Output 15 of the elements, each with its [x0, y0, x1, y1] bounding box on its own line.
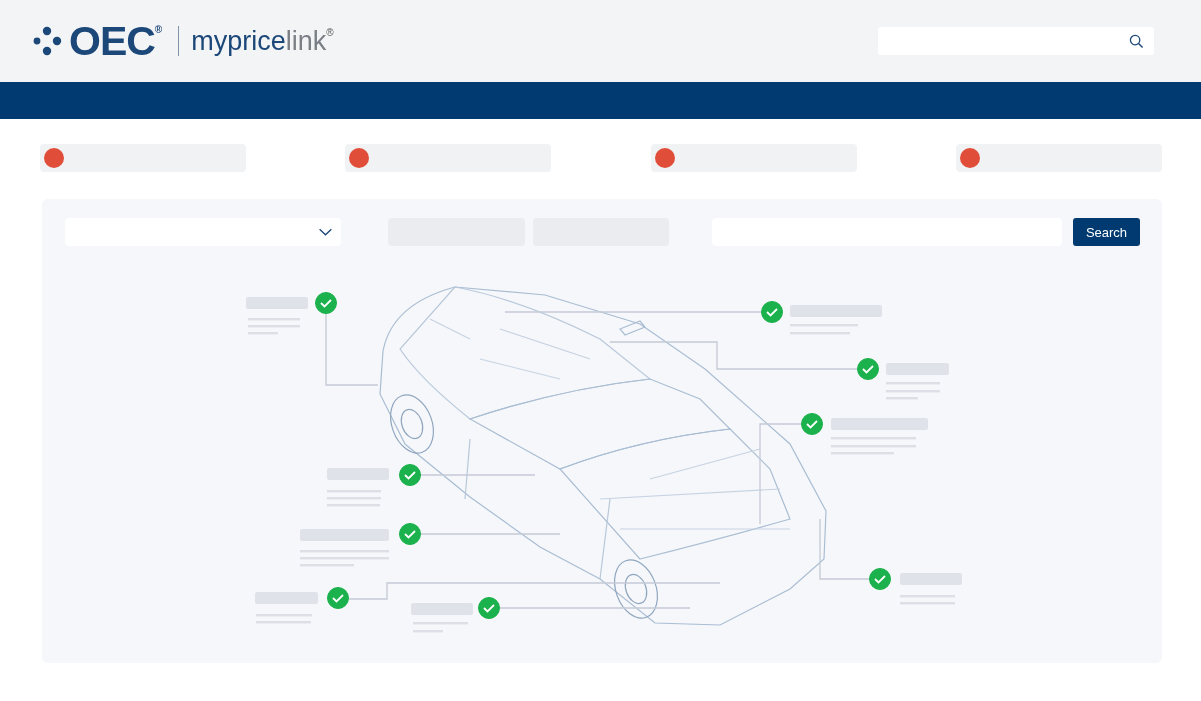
search-icon[interactable]: [1129, 33, 1144, 49]
label-placeholder: [246, 297, 308, 335]
dots-logo-icon: [32, 26, 62, 56]
label-placeholder: [327, 468, 389, 507]
label-placeholder: [411, 603, 473, 633]
label-placeholder: [255, 592, 318, 624]
chevron-down-icon: [318, 227, 333, 237]
search-button[interactable]: Search: [1073, 218, 1140, 246]
dropdown-field[interactable]: [65, 218, 341, 246]
leader-line: [819, 518, 870, 580]
search-field[interactable]: [878, 27, 1154, 55]
company-name: OEC$^{®}$: [69, 20, 163, 62]
label-placeholder: [900, 573, 962, 605]
product-name: mypricelink$^{®}$: [191, 27, 334, 55]
label-placeholder: [886, 363, 949, 400]
